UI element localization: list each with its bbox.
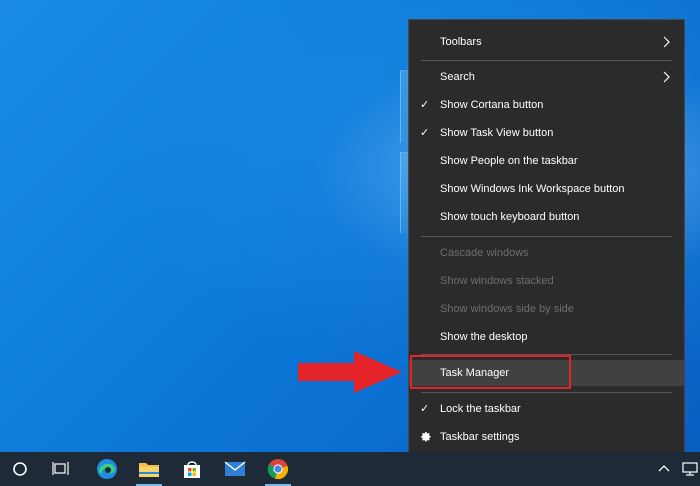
menu-item-label: Show the desktop: [440, 331, 528, 343]
menu-item-lock-the-taskbar[interactable]: ✓ Lock the taskbar: [409, 396, 684, 422]
tray-chevron-up-icon[interactable]: [656, 461, 672, 477]
gear-icon: [421, 432, 431, 442]
file-explorer-icon[interactable]: [130, 452, 168, 486]
menu-item-label: Lock the taskbar: [440, 403, 521, 415]
task-manager-highlight-box: [410, 355, 571, 389]
edge-icon[interactable]: [88, 452, 126, 486]
menu-separator: [421, 236, 672, 237]
network-icon[interactable]: [680, 461, 700, 477]
menu-item-search[interactable]: Search: [409, 64, 684, 90]
menu-item-cascade-windows: Cascade windows: [409, 240, 684, 266]
checkmark-icon: ✓: [420, 99, 430, 111]
menu-separator: [421, 392, 672, 393]
menu-item-taskbar-settings[interactable]: Taskbar settings: [409, 424, 684, 450]
menu-item-show-windows-side-by-side: Show windows side by side: [409, 296, 684, 322]
menu-item-label: Show touch keyboard button: [440, 211, 580, 223]
menu-item-label: Show Windows Ink Workspace button: [440, 183, 625, 195]
menu-item-label: Show Cortana button: [440, 99, 544, 111]
menu-item-label: Search: [440, 71, 475, 83]
menu-item-label: Toolbars: [440, 36, 482, 48]
chrome-icon[interactable]: [259, 452, 297, 486]
menu-item-label: Taskbar settings: [440, 431, 520, 443]
menu-item-show-touch-keyboard[interactable]: Show touch keyboard button: [409, 204, 684, 230]
menu-item-show-windows-ink[interactable]: Show Windows Ink Workspace button: [409, 176, 684, 202]
menu-item-label: Show windows stacked: [440, 275, 554, 287]
task-view-icon[interactable]: [42, 452, 80, 486]
menu-item-show-task-view-button[interactable]: ✓ Show Task View button: [409, 120, 684, 146]
menu-item-label: Show Task View button: [440, 127, 554, 139]
submenu-chevron-icon: [663, 71, 670, 83]
menu-item-label: Show windows side by side: [440, 303, 574, 315]
store-icon[interactable]: [173, 452, 211, 486]
checkmark-icon: ✓: [420, 403, 430, 415]
menu-item-show-windows-stacked: Show windows stacked: [409, 268, 684, 294]
submenu-chevron-icon: [663, 36, 670, 48]
menu-item-show-the-desktop[interactable]: Show the desktop: [409, 324, 684, 350]
cortana-icon[interactable]: [1, 452, 39, 486]
red-pointer-arrow-icon: [298, 351, 402, 393]
menu-item-toolbars[interactable]: Toolbars: [409, 29, 684, 55]
menu-item-show-people[interactable]: Show People on the taskbar: [409, 148, 684, 174]
menu-item-show-cortana-button[interactable]: ✓ Show Cortana button: [409, 92, 684, 118]
checkmark-icon: ✓: [420, 127, 430, 139]
menu-separator: [421, 60, 672, 61]
taskbar: [0, 452, 700, 486]
menu-item-label: Show People on the taskbar: [440, 155, 578, 167]
menu-item-label: Cascade windows: [440, 247, 529, 259]
mail-icon[interactable]: [216, 452, 254, 486]
